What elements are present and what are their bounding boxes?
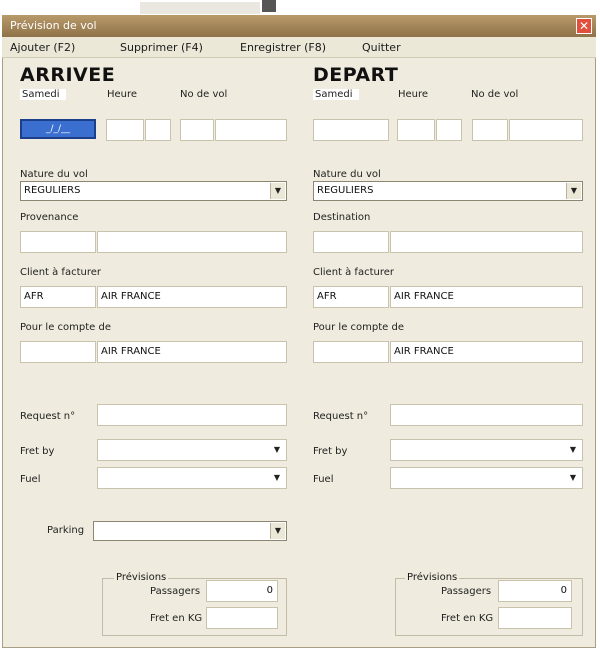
depart-account-code-input[interactable] — [313, 341, 389, 363]
arrivee-fret-select[interactable]: ▼ — [97, 439, 287, 461]
arrivee-parking-select[interactable]: ▼ — [93, 521, 287, 541]
arrivee-parking-label: Parking — [47, 525, 85, 536]
chevron-down-icon[interactable]: ▼ — [570, 445, 576, 454]
depart-flight-prefix-input[interactable] — [472, 119, 508, 141]
depart-fuel-label: Fuel — [313, 474, 334, 485]
window-title: Prévision de vol — [10, 19, 97, 32]
depart-nature-label: Nature du vol — [313, 169, 381, 180]
arrivee-time-label: Heure — [107, 89, 138, 100]
depart-destination-name-input[interactable] — [390, 231, 583, 253]
chevron-down-icon[interactable]: ▼ — [274, 445, 280, 454]
depart-client-label: Client à facturer — [313, 267, 394, 278]
depart-forecast-legend: Prévisions — [405, 572, 460, 583]
arrivee-passengers-label: Passagers — [150, 586, 201, 597]
arrivee-fuel-label: Fuel — [20, 474, 41, 485]
depart-passengers-label: Passagers — [441, 586, 492, 597]
depart-fret-kg-input[interactable] — [498, 607, 572, 629]
chevron-down-icon[interactable]: ▼ — [270, 183, 285, 199]
depart-destination-label: Destination — [313, 212, 371, 223]
arrivee-nature-select[interactable]: REGULIERS ▼ — [20, 181, 287, 201]
depart-passengers-input[interactable]: 0 — [498, 580, 572, 602]
arrivee-fuel-select[interactable]: ▼ — [97, 467, 287, 489]
chevron-down-icon[interactable]: ▼ — [270, 523, 285, 539]
arrivee-fret-kg-input[interactable] — [206, 607, 278, 629]
depart-flight-label: No de vol — [471, 89, 519, 100]
menu-quit[interactable]: Quitter — [362, 41, 401, 54]
depart-day-label: Samedi — [313, 89, 359, 100]
arrivee-account-name-input[interactable]: AIR FRANCE — [97, 341, 287, 363]
arrivee-passengers-input[interactable]: 0 — [206, 580, 278, 602]
arrivee-request-input[interactable] — [97, 404, 287, 426]
depart-fuel-select[interactable]: ▼ — [390, 467, 583, 489]
arrivee-client-label: Client à facturer — [20, 267, 101, 278]
depart-request-input[interactable] — [390, 404, 583, 426]
arrivee-origin-code-input[interactable] — [20, 231, 96, 253]
depart-title: DEPART — [313, 64, 399, 86]
arrivee-nature-label: Nature du vol — [20, 169, 88, 180]
depart-client-code-input[interactable]: AFR — [313, 286, 389, 308]
menu-save[interactable]: Enregistrer (F8) — [240, 41, 326, 54]
depart-fret-kg-label: Fret en KG — [441, 613, 494, 624]
arrivee-flight-label: No de vol — [180, 89, 228, 100]
arrivee-fret-kg-label: Fret en KG — [150, 613, 203, 624]
depart-client-name-input[interactable]: AIR FRANCE — [390, 286, 583, 308]
arrivee-request-label: Request n° — [20, 411, 76, 422]
arrivee-hour-input[interactable] — [106, 119, 144, 141]
depart-time-label: Heure — [398, 89, 429, 100]
arrivee-title: ARRIVEE — [20, 64, 116, 86]
depart-destination-code-input[interactable] — [313, 231, 389, 253]
depart-account-label: Pour le compte de — [313, 322, 404, 333]
arrivee-flight-prefix-input[interactable] — [180, 119, 214, 141]
arrivee-account-code-input[interactable] — [20, 341, 96, 363]
depart-fret-select[interactable]: ▼ — [390, 439, 583, 461]
arrivee-origin-label: Provenance — [20, 212, 79, 223]
depart-account-name-input[interactable]: AIR FRANCE — [390, 341, 583, 363]
arrivee-client-code-input[interactable]: AFR — [20, 286, 96, 308]
chevron-down-icon[interactable]: ▼ — [274, 473, 280, 482]
depart-flight-number-input[interactable] — [509, 119, 583, 141]
title-bar[interactable]: Prévision de vol ✕ — [2, 15, 596, 37]
arrivee-flight-number-input[interactable] — [215, 119, 287, 141]
arrivee-origin-name-input[interactable] — [97, 231, 287, 253]
arrivee-day-label: Samedi — [20, 89, 66, 100]
arrivee-fret-label: Fret by — [20, 446, 55, 457]
menu-delete[interactable]: Supprimer (F4) — [120, 41, 203, 54]
background-fragment — [140, 2, 260, 14]
arrivee-client-name-input[interactable]: AIR FRANCE — [97, 286, 287, 308]
arrivee-date-input[interactable]: _/_/__ — [20, 119, 96, 139]
depart-date-input[interactable] — [313, 119, 389, 141]
depart-fret-label: Fret by — [313, 446, 348, 457]
arrivee-account-label: Pour le compte de — [20, 322, 111, 333]
chevron-down-icon[interactable]: ▼ — [570, 473, 576, 482]
arrivee-forecast-legend: Prévisions — [114, 572, 169, 583]
background-fragment — [262, 0, 276, 12]
depart-hour-input[interactable] — [397, 119, 435, 141]
close-icon[interactable]: ✕ — [576, 18, 592, 34]
arrivee-nature-value: REGULIERS — [24, 185, 81, 196]
chevron-down-icon[interactable]: ▼ — [566, 183, 581, 199]
depart-nature-value: REGULIERS — [317, 185, 374, 196]
menu-add[interactable]: Ajouter (F2) — [10, 41, 75, 54]
depart-nature-select[interactable]: REGULIERS ▼ — [313, 181, 583, 201]
depart-request-label: Request n° — [313, 411, 369, 422]
depart-minute-input[interactable] — [436, 119, 462, 141]
menu-bar: Ajouter (F2) Supprimer (F4) Enregistrer … — [2, 37, 596, 58]
arrivee-minute-input[interactable] — [145, 119, 171, 141]
